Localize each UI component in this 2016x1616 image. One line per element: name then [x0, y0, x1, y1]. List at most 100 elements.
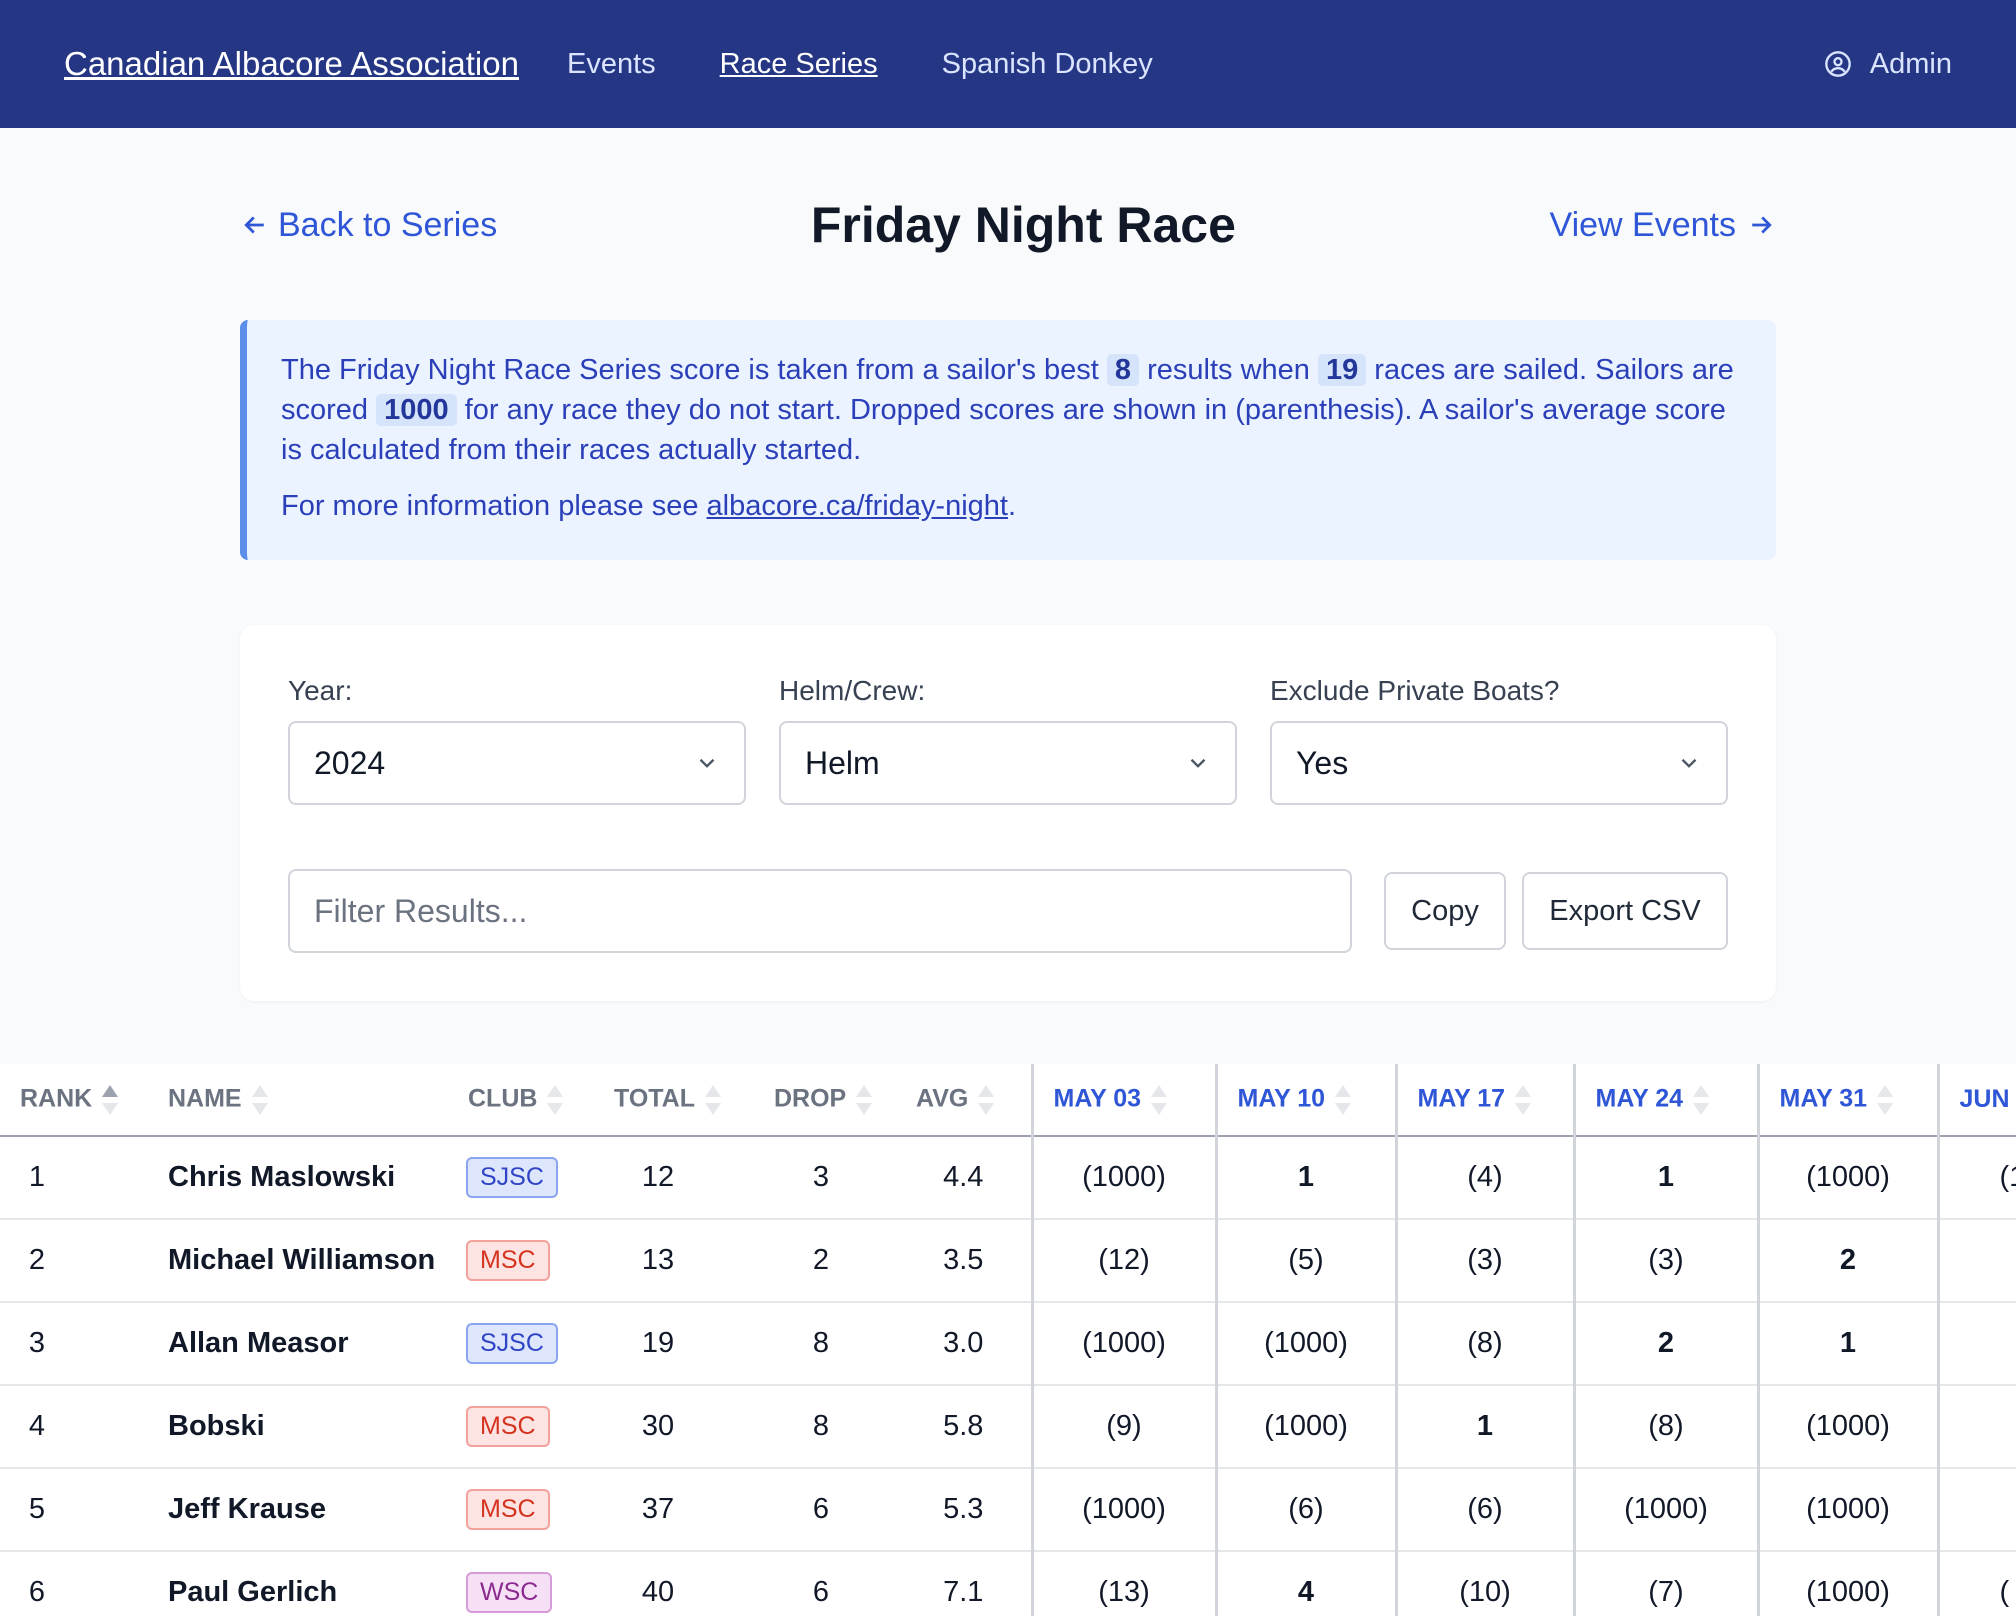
nav-race-series-link[interactable]: Race Series — [720, 48, 878, 81]
race-result-cell: (3) — [1394, 1219, 1574, 1303]
race-may-31-header[interactable]: MAY 31 — [1756, 1064, 1938, 1137]
view-events-link[interactable]: View Events — [1550, 206, 1776, 245]
page-title: Friday Night Race — [810, 197, 1236, 253]
total-cell: 13 — [596, 1219, 746, 1303]
arrow-right-icon — [1752, 216, 1772, 234]
club-header-label: CLUB — [468, 1084, 538, 1113]
name-cell: Paul Gerlich — [150, 1551, 448, 1616]
race-result-cell: 1 — [1214, 1136, 1396, 1220]
admin-menu[interactable]: Admin — [1824, 48, 1952, 81]
table-row[interactable]: 2 Michael Williamson MSC 13 2 3.5 (12) (5) (3) (3… — [0, 1219, 2016, 1303]
race-result-cell: 1 — [1394, 1385, 1574, 1469]
race-result-cell: (1000) — [1572, 1468, 1758, 1552]
table-row[interactable]: 4 Bobski MSC 30 8 5.8 (9) (1000) 1 (8) (1000) — [0, 1385, 2016, 1469]
sort-icon — [547, 1084, 564, 1115]
rank-cell: 4 — [0, 1385, 150, 1469]
exclude-private-select[interactable]: Yes — [1270, 721, 1728, 805]
club-cell: MSC — [448, 1468, 596, 1552]
exclude-private-select-value: Yes — [1296, 744, 1349, 781]
race-result-cell: (1000) — [1214, 1385, 1396, 1469]
sort-icon — [705, 1084, 722, 1115]
race-result-cell: (9) — [1030, 1385, 1216, 1469]
race-jun-label: JUN — [1959, 1085, 2010, 1113]
total-cell: 12 — [596, 1136, 746, 1220]
user-circle-icon — [1824, 51, 1851, 77]
sort-icon — [1151, 1084, 1168, 1115]
helm-crew-label: Helm/Crew: — [779, 675, 926, 706]
race-may-10-label: MAY 10 — [1237, 1084, 1326, 1113]
brand-link[interactable]: Canadian Albacore Association — [64, 45, 519, 83]
nav-events-link[interactable]: Events — [567, 48, 656, 81]
race-result-cell: (1000) — [1214, 1302, 1396, 1386]
arrow-left-icon — [244, 216, 264, 234]
name-cell: Allan Measor — [150, 1302, 448, 1386]
name-column-header[interactable]: NAME — [150, 1064, 448, 1137]
sort-asc-icon — [102, 1084, 119, 1115]
race-result-cell: (13) — [1030, 1551, 1216, 1616]
sort-icon — [1515, 1084, 1532, 1115]
avg-column-header[interactable]: AVG — [896, 1064, 1032, 1137]
year-select[interactable]: 2024 — [288, 721, 746, 805]
name-header-label: NAME — [168, 1084, 242, 1113]
race-result-cell: (8) — [1572, 1385, 1758, 1469]
total-cell: 19 — [596, 1302, 746, 1386]
race-may-10-header[interactable]: MAY 10 — [1214, 1064, 1396, 1137]
race-result-cell: (3) — [1572, 1219, 1758, 1303]
table-header-row: RANK NAME CLUB TOTAL DROP AVG MAY 03 MAY… — [0, 1064, 2016, 1137]
helm-crew-select-value: Helm — [805, 744, 880, 781]
avg-cell: 4.4 — [896, 1136, 1032, 1220]
table-row[interactable]: 3 Allan Measor SJSC 19 8 3.0 (1000) (1000) (8) 2 1 — [0, 1302, 2016, 1386]
back-to-series-link[interactable]: Back to Series — [240, 206, 497, 245]
nav-spanish-donkey-link[interactable]: Spanish Donkey — [942, 48, 1153, 81]
export-csv-button[interactable]: Export CSV — [1522, 872, 1728, 950]
race-may-03-header[interactable]: MAY 03 — [1030, 1064, 1216, 1137]
rank-column-header[interactable]: RANK — [0, 1064, 150, 1137]
race-result-cell: 2 — [1572, 1302, 1758, 1386]
race-result-cell: (12) — [1030, 1219, 1216, 1303]
filter-results-input[interactable] — [288, 869, 1352, 953]
total-column-header[interactable]: TOTAL — [596, 1064, 746, 1137]
club-cell: MSC — [448, 1385, 596, 1469]
race-may-24-header[interactable]: MAY 24 — [1572, 1064, 1758, 1137]
table-row[interactable]: 5 Jeff Krause MSC 37 6 5.3 (1000) (6) (6) (1000)(… — [0, 1468, 2016, 1552]
admin-label: Admin — [1869, 47, 1952, 80]
sort-icon — [1877, 1084, 1894, 1115]
table-row[interactable]: 1 Chris Maslowski SJSC 12 3 4.4 (1000) 1 (4) 1 (10… — [0, 1136, 2016, 1220]
drop-column-header[interactable]: DROP — [746, 1064, 896, 1137]
drop-cell: 2 — [746, 1219, 896, 1303]
copy-button[interactable]: Copy — [1384, 872, 1506, 950]
helm-crew-select[interactable]: Helm — [779, 721, 1237, 805]
view-events-label: View Events — [1549, 205, 1736, 244]
sort-icon — [856, 1084, 873, 1115]
back-to-series-label: Back to Series — [278, 205, 498, 244]
chevron-down-icon — [1190, 758, 1206, 768]
avg-cell: 7.1 — [896, 1551, 1032, 1616]
race-may-24-label: MAY 24 — [1595, 1084, 1684, 1113]
race-result-cell: (1000) — [1030, 1136, 1216, 1220]
sort-icon — [1335, 1084, 1352, 1115]
race-result-cell: 2 — [1756, 1219, 1938, 1303]
race-result-cell: 4 — [1214, 1551, 1396, 1616]
races-sailed-count: 19 — [1317, 354, 1367, 386]
more-info-link[interactable]: albacore.ca/friday-night — [707, 490, 1008, 522]
table-row[interactable]: 6 Paul Gerlich WSC 40 6 7.1 (13) 4 (10) (7) (1000)… — [0, 1551, 2016, 1616]
avg-cell: 3.5 — [896, 1219, 1032, 1303]
race-may-03-label: MAY 03 — [1053, 1084, 1142, 1113]
total-header-label: TOTAL — [614, 1084, 696, 1113]
name-cell: Chris Maslowski — [150, 1136, 448, 1220]
club-cell: WSC — [448, 1551, 596, 1616]
name-cell: Bobski — [150, 1385, 448, 1469]
drop-cell: 8 — [746, 1302, 896, 1386]
avg-cell: 5.3 — [896, 1468, 1032, 1552]
race-result-cell — [1936, 1219, 2016, 1303]
race-result-cell: (8) — [1394, 1302, 1574, 1386]
rank-cell: 5 — [0, 1468, 150, 1552]
club-column-header[interactable]: CLUB — [448, 1064, 596, 1137]
race-result-cell — [1936, 1385, 2016, 1469]
club-badge: MSC — [466, 1406, 550, 1447]
race-result-cell: (1000) — [1030, 1302, 1216, 1386]
year-label: Year: — [288, 675, 353, 706]
race-may-17-header[interactable]: MAY 17 — [1394, 1064, 1574, 1137]
race-jun-header[interactable]: JUN — [1936, 1064, 2016, 1137]
club-cell: MSC — [448, 1219, 596, 1303]
